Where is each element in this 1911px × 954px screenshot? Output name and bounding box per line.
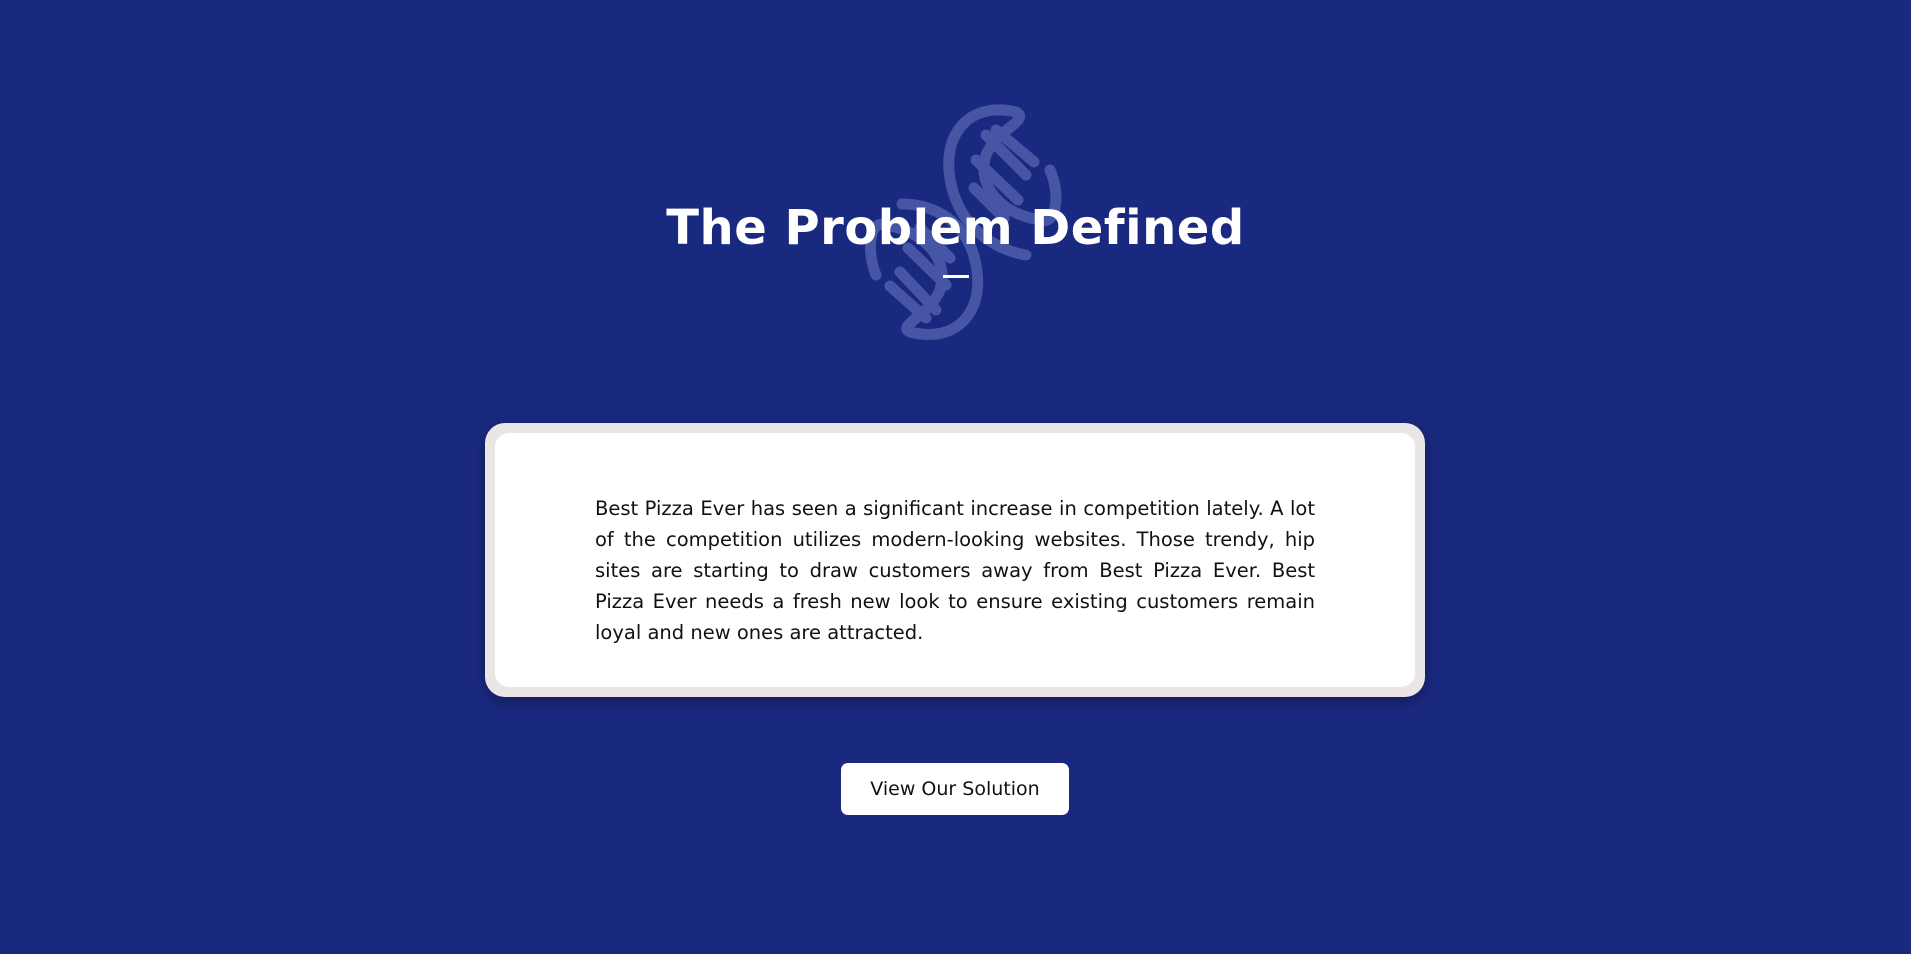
page-title: The Problem Defined	[666, 200, 1245, 256]
title-underline	[943, 275, 969, 278]
problem-section: The Problem Defined Best Pizza Ever has …	[0, 0, 1911, 954]
view-solution-button[interactable]: View Our Solution	[841, 763, 1069, 815]
problem-description: Best Pizza Ever has seen a significant i…	[595, 497, 1315, 644]
problem-card-body: Best Pizza Ever has seen a significant i…	[495, 433, 1415, 687]
problem-card: Best Pizza Ever has seen a significant i…	[485, 423, 1425, 697]
